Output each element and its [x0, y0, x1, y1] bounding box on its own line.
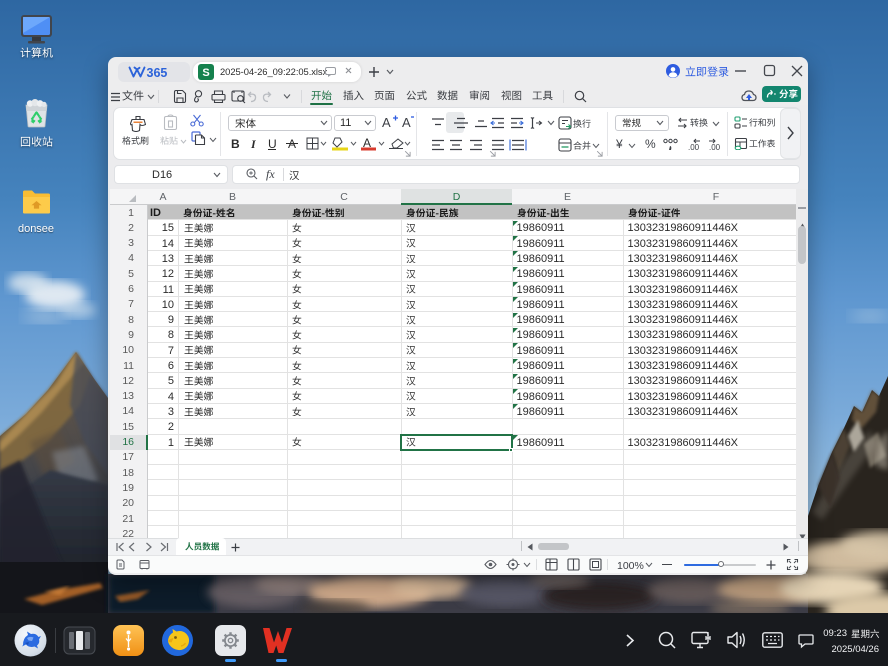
svg-text:A: A	[382, 115, 391, 130]
svg-text:365: 365	[147, 66, 168, 79]
svg-text:I: I	[250, 137, 257, 151]
svg-text:.00: .00	[688, 143, 700, 151]
svg-text:A: A	[402, 115, 411, 130]
svg-text:.00: .00	[709, 143, 721, 151]
svg-text:S: S	[202, 67, 209, 79]
svg-text:U: U	[268, 137, 277, 151]
svg-text:B: B	[231, 137, 240, 151]
